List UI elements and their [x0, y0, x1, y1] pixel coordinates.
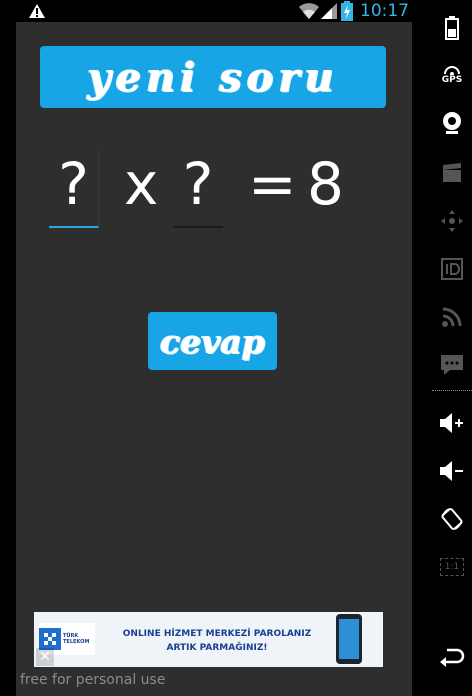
volume-down-icon[interactable]	[439, 458, 465, 484]
telekom-logo-icon	[39, 628, 61, 650]
rss-icon[interactable]	[439, 304, 465, 330]
sms-icon[interactable]	[439, 352, 465, 378]
ad-message-line2: ARTIK PARMAĞINIZ!	[166, 643, 268, 653]
status-bar: 10:17	[0, 0, 412, 22]
emulator-nav: GPS 1:1	[432, 0, 472, 696]
status-clock: 10:17	[360, 1, 409, 21]
volume-up-icon[interactable]	[439, 410, 465, 436]
signal-icon	[321, 3, 337, 19]
ad-banner[interactable]: TÜRK TELEKOM ONLINE HİZMET MERKEZİ PAROL…	[34, 612, 383, 667]
clapper-icon[interactable]	[439, 160, 465, 186]
battery-charging-icon	[341, 1, 353, 21]
webcam-icon[interactable]	[439, 110, 465, 136]
warning-icon	[29, 4, 45, 18]
operator-label: x	[124, 150, 159, 218]
answer-button[interactable]: cevap	[148, 312, 277, 370]
app-content: yeni soru ? x ? = 8 cevap TÜRK TELEKOM O…	[16, 22, 412, 696]
watermark-text: free for personal use	[20, 672, 166, 688]
zoom-label: 1:1	[439, 558, 465, 576]
second-operand-input[interactable]: ?	[173, 148, 223, 228]
zoom-icon[interactable]: 1:1	[439, 554, 465, 580]
battery-icon[interactable]	[439, 15, 465, 41]
answer-label: cevap	[160, 321, 265, 361]
new-question-button[interactable]: yeni soru	[40, 46, 386, 108]
result-value: 8	[307, 150, 344, 218]
ad-message-line1: ONLINE HİZMET MERKEZİ PAROLANIZ	[122, 629, 312, 639]
gps-icon[interactable]: GPS	[439, 62, 465, 88]
back-icon[interactable]	[439, 644, 465, 670]
ad-phone-image	[336, 614, 362, 664]
id-icon[interactable]	[439, 256, 465, 282]
gps-label: GPS	[441, 75, 463, 85]
ad-brand-text: TÜRK TELEKOM	[63, 633, 90, 645]
dpad-icon[interactable]	[439, 208, 465, 234]
equals-label: =	[248, 150, 297, 218]
ad-close-button[interactable]: ✕	[36, 648, 54, 666]
nav-divider	[432, 390, 472, 391]
equation: ? x ? = 8	[16, 148, 412, 234]
wifi-icon	[299, 3, 319, 19]
ad-message: ONLINE HİZMET MERKEZİ PAROLANIZ ARTIK PA…	[102, 627, 332, 655]
rotate-icon[interactable]	[439, 506, 465, 532]
new-question-label: yeni soru	[87, 53, 339, 101]
first-operand-input[interactable]: ?	[49, 148, 99, 228]
